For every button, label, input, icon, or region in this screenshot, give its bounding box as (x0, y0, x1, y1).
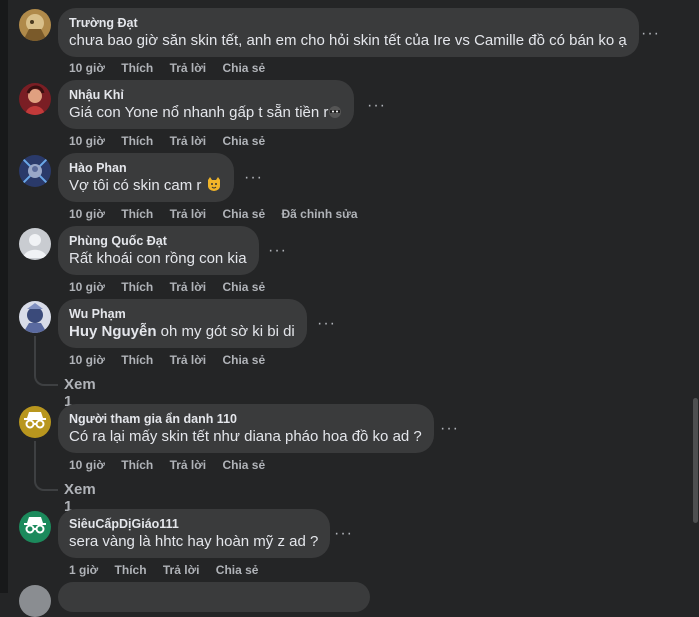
edited-label[interactable]: Đã chỉnh sửa (282, 207, 358, 221)
comment-text: Có ra lại mấy skin tết như diana pháo ho… (69, 428, 422, 445)
share-button[interactable]: Chia sẻ (216, 563, 259, 577)
comment-text: Rất khoái con rồng con kia (69, 250, 247, 267)
reply-button[interactable]: Trả lời (170, 134, 207, 148)
like-button[interactable]: Thích (121, 280, 153, 294)
avatar[interactable] (19, 155, 51, 187)
comment-bubble: Wu Phạm Huy Nguyễn oh my gót sờ ki bi di (58, 299, 307, 348)
avatar[interactable] (19, 301, 51, 333)
avatar[interactable] (19, 406, 51, 438)
share-button[interactable]: Chia sẻ (222, 134, 265, 148)
comment-author[interactable]: Nhậu Khỉ (69, 87, 342, 103)
comment-bubble: Phùng Quốc Đạt Rất khoái con rồng con ki… (58, 226, 259, 275)
like-button[interactable]: Thích (121, 353, 153, 367)
more-options-icon[interactable]: ··· (244, 170, 263, 186)
comment-actions: 1 giờ Thích Trả lời Chia sẻ (69, 563, 271, 577)
share-button[interactable]: Chia sẻ (222, 280, 265, 294)
like-button[interactable]: Thích (115, 563, 147, 577)
comment-author[interactable]: Phùng Quốc Đạt (69, 233, 247, 249)
like-button[interactable]: Thích (121, 458, 153, 472)
avatar[interactable] (19, 83, 51, 115)
comment-author[interactable]: Người tham gia ẩn danh 110 (69, 411, 422, 427)
comment-bubble: Trường Đạt chưa bao giờ săn skin tết, an… (58, 8, 639, 57)
comment-actions: 10 giờ Thích Trả lời Chia sẻ (69, 134, 278, 148)
comment-bubble: Hào Phan Vợ tôi có skin cam r (58, 153, 234, 202)
thread-elbow (34, 473, 58, 491)
avatar[interactable] (19, 228, 51, 260)
more-options-icon[interactable]: ··· (440, 421, 459, 437)
more-options-icon[interactable]: ··· (641, 26, 660, 42)
comment-actions: 10 giờ Thích Trả lời Chia sẻ (69, 353, 278, 367)
comment-time[interactable]: 10 giờ (69, 458, 105, 472)
comment-actions: 10 giờ Thích Trả lời Chia sẻ (69, 458, 278, 472)
share-button[interactable]: Chia sẻ (222, 353, 265, 367)
comment-text: Giá con Yone nổ nhanh gấp t sẵn tiền r (69, 103, 342, 125)
comment-time[interactable]: 10 giờ (69, 134, 105, 148)
ninja-emoji-icon (328, 105, 342, 125)
mention-link[interactable]: Huy Nguyễn (69, 323, 157, 340)
thread-elbow (34, 368, 58, 386)
comment-bubble: SiêuCấpDịGiáo111 sera vàng là hhtc hay h… (58, 509, 331, 558)
comment-actions: 10 giờ Thích Trả lời Chia sẻ (69, 280, 278, 294)
comment-time[interactable]: 1 giờ (69, 563, 98, 577)
comment-actions: 10 giờ Thích Trả lời Chia sẻ Đã chỉnh sử… (69, 207, 371, 221)
comment-bubble: Nhậu Khỉ Giá con Yone nổ nhanh gấp t sẵn… (58, 80, 355, 129)
more-options-icon[interactable]: ··· (268, 243, 287, 259)
comment-text: sera vàng là hhtc hay hoàn mỹ z ad ? (69, 533, 319, 550)
left-rail (0, 0, 8, 593)
scrollbar-thumb[interactable] (693, 398, 698, 523)
avatar[interactable] (19, 9, 51, 41)
more-options-icon[interactable]: ··· (367, 98, 386, 114)
comment-text: Huy Nguyễn oh my gót sờ ki bi di (69, 323, 295, 340)
reply-button[interactable]: Trả lời (170, 207, 207, 221)
comment-bubble (58, 582, 370, 612)
comment-time[interactable]: 10 giờ (69, 280, 105, 294)
reply-button[interactable]: Trả lời (170, 353, 207, 367)
more-options-icon[interactable]: ··· (334, 526, 353, 542)
like-button[interactable]: Thích (121, 134, 153, 148)
comment-author[interactable]: Hào Phan (69, 160, 222, 176)
share-button[interactable]: Chia sẻ (222, 61, 265, 75)
comment-actions: 10 giờ Thích Trả lời Chia sẻ (69, 61, 278, 75)
reply-button[interactable]: Trả lời (170, 458, 207, 472)
comment-time[interactable]: 10 giờ (69, 207, 105, 221)
cat-emoji-icon (206, 176, 222, 198)
like-button[interactable]: Thích (121, 207, 153, 221)
avatar[interactable] (19, 585, 51, 617)
comment-bubble: Người tham gia ẩn danh 110 Có ra lại mấy… (58, 404, 434, 453)
comment-time[interactable]: 10 giờ (69, 61, 105, 75)
comment-author[interactable]: Wu Phạm (69, 306, 295, 322)
reply-button[interactable]: Trả lời (170, 61, 207, 75)
share-button[interactable]: Chia sẻ (222, 207, 265, 221)
comment-text: Vợ tôi có skin cam r (69, 176, 222, 198)
comment-time[interactable]: 10 giờ (69, 353, 105, 367)
comment-author[interactable]: SiêuCấpDịGiáo111 (69, 516, 318, 532)
like-button[interactable]: Thích (121, 61, 153, 75)
reply-button[interactable]: Trả lời (170, 280, 207, 294)
reply-button[interactable]: Trả lời (163, 563, 200, 577)
comment-author[interactable]: Trường Đạt (69, 15, 627, 31)
share-button[interactable]: Chia sẻ (222, 458, 265, 472)
comment-text: chưa bao giờ săn skin tết, anh em cho hỏ… (69, 32, 627, 49)
avatar[interactable] (19, 511, 51, 543)
more-options-icon[interactable]: ··· (317, 316, 336, 332)
